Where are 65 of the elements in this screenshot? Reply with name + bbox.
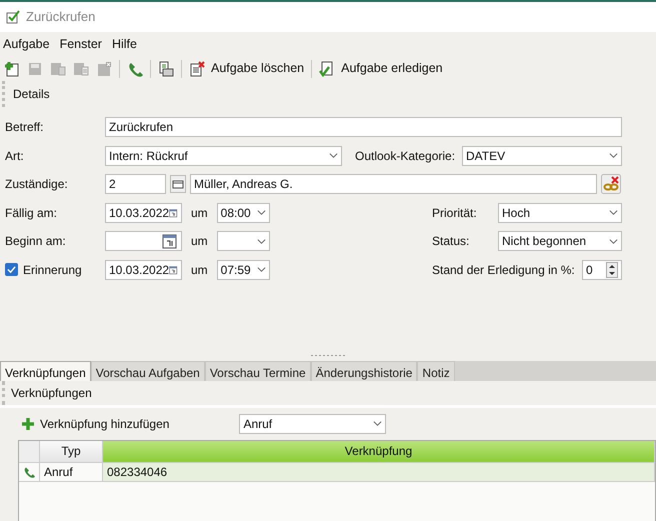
- lookup-button-icon[interactable]: [170, 175, 186, 193]
- field-label: Stand der Erledigung in %:: [432, 262, 576, 278]
- delete-document-icon: [189, 60, 205, 77]
- field-label: Status:: [432, 233, 470, 250]
- subject-field[interactable]: Zurückrufen: [105, 117, 622, 137]
- column-header[interactable]: Typ: [40, 440, 103, 463]
- caret-icon: [373, 419, 382, 428]
- caret-icon: [256, 236, 266, 246]
- menu-item[interactable]: Fenster: [60, 35, 102, 54]
- unlink-icon[interactable]: [601, 174, 621, 194]
- phone-icon[interactable]: [127, 60, 143, 77]
- section-header: Verknüpfungen: [11, 386, 92, 400]
- add-link-button[interactable]: Verknüpfung hinzufügen: [22, 414, 170, 433]
- spinner-arrows-icon[interactable]: [606, 262, 618, 278]
- status-dropdown[interactable]: Nicht begonnen: [498, 231, 622, 251]
- priority-dropdown[interactable]: Hoch: [498, 202, 622, 222]
- tab[interactable]: Vorschau Termine: [204, 360, 311, 381]
- field-label: Beginn am:: [5, 233, 67, 250]
- caret-icon: [609, 208, 618, 217]
- section-header: Details: [13, 86, 50, 101]
- field-label: Art:: [5, 148, 25, 164]
- field-label: Betreff:: [5, 119, 44, 136]
- column-header[interactable]: Verknüpfung: [103, 440, 655, 463]
- date-field[interactable]: 10.03.2022: [105, 202, 182, 222]
- field-label: Zuständige:: [5, 176, 69, 193]
- phone-icon: [23, 466, 35, 478]
- percent-spinner[interactable]: 0: [582, 260, 622, 280]
- assignee-name-field[interactable]: Müller, Andreas G.: [190, 174, 597, 194]
- tab[interactable]: Vorschau Aufgaben: [90, 360, 205, 381]
- caret-icon: [256, 265, 266, 274]
- type-dropdown[interactable]: Intern: Rückruf: [105, 146, 342, 166]
- caret-icon: [256, 208, 266, 217]
- window-title: Zurückrufen: [26, 8, 96, 26]
- caret-icon: [329, 151, 338, 160]
- menu-item[interactable]: Hilfe: [112, 35, 137, 54]
- plus-icon: [22, 418, 34, 430]
- time-label: um: [191, 204, 208, 222]
- field-label: Priorität:: [432, 204, 478, 222]
- caret-icon: [609, 151, 618, 160]
- tab[interactable]: Notiz: [417, 360, 455, 381]
- date-field[interactable]: [105, 231, 182, 251]
- calendar-icon[interactable]: [162, 233, 178, 249]
- caret-icon: [609, 236, 618, 246]
- print-icon[interactable]: [158, 60, 174, 77]
- new-document-icon[interactable]: [4, 60, 20, 77]
- reminder-checkbox[interactable]: [5, 263, 18, 276]
- category-dropdown[interactable]: DATEV: [462, 146, 622, 166]
- splitter-handle[interactable]: [311, 354, 345, 358]
- assignee-number-field[interactable]: 2: [105, 174, 166, 194]
- checkbox-label: Erinnerung: [23, 262, 82, 278]
- time-dropdown[interactable]: 08:00: [216, 202, 270, 222]
- link-type-dropdown[interactable]: Anruf: [239, 414, 386, 434]
- toolbar-button[interactable]: Aufgabe erledigen: [319, 59, 443, 78]
- time-label: um: [191, 233, 208, 250]
- date-field[interactable]: 10.03.2022: [105, 260, 182, 280]
- field-label: Fällig am:: [5, 204, 58, 222]
- table-cell: 082334046: [103, 462, 655, 482]
- field-label: Outlook-Kategorie:: [355, 148, 456, 164]
- time-dropdown[interactable]: 07:59: [216, 260, 270, 280]
- toolbar-button[interactable]: Aufgabe löschen: [189, 59, 304, 78]
- menu-item[interactable]: Aufgabe: [3, 35, 50, 54]
- tab[interactable]: Änderungshistorie: [310, 360, 418, 381]
- tab[interactable]: Verknüpfungen: [0, 360, 91, 381]
- time-label: um: [191, 262, 208, 278]
- checked-document-icon: [319, 60, 336, 77]
